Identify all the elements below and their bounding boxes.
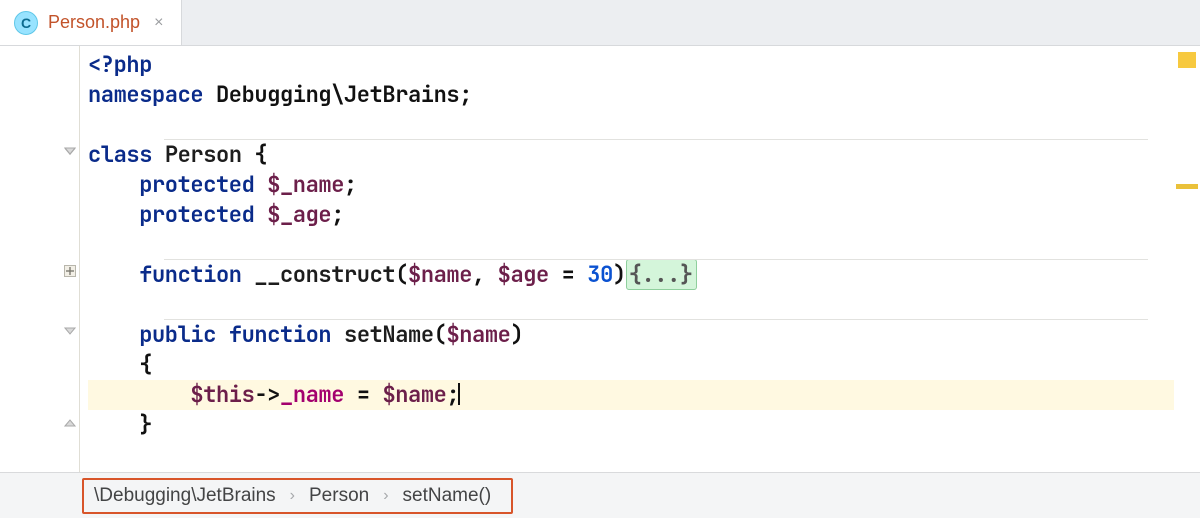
code-line: protected $_name; (88, 170, 1174, 200)
chevron-right-icon: › (383, 487, 388, 505)
code-line: <?php (88, 50, 1174, 80)
code-line: public function setName($name) (88, 320, 1174, 350)
breadcrumbs-bar: \Debugging\JetBrains › Person › setName(… (0, 472, 1200, 518)
code-line: function __construct($name, $age = 30){.… (88, 260, 1174, 290)
caret (458, 383, 460, 405)
tab-filename: Person.php (48, 12, 140, 33)
code-line: } (88, 410, 1174, 440)
warning-marker[interactable] (1176, 184, 1198, 189)
code-line: protected $_age; (88, 200, 1174, 230)
chevron-right-icon: › (290, 487, 295, 505)
code-area[interactable]: <?php namespace Debugging\JetBrains; cla… (80, 46, 1174, 472)
folded-region[interactable]: {...} (626, 259, 697, 290)
code-line (88, 110, 1174, 140)
ide-window: C Person.php × <?php nam (0, 0, 1200, 518)
fold-icon-method-open[interactable] (62, 323, 78, 339)
code-line: { (88, 350, 1174, 380)
breadcrumb-class[interactable]: Person (309, 485, 369, 507)
file-type-icon: C (14, 11, 38, 35)
tabbar: C Person.php × (0, 0, 1200, 46)
analysis-status-icon[interactable] (1178, 52, 1196, 68)
breadcrumbs: \Debugging\JetBrains › Person › setName(… (82, 478, 513, 514)
code-line: class Person { (88, 140, 1174, 170)
fold-icon-ctor-expand[interactable] (62, 263, 78, 279)
tab-close-icon[interactable]: × (150, 14, 163, 32)
fold-icon-method-close[interactable] (62, 415, 78, 431)
editor[interactable]: <?php namespace Debugging\JetBrains; cla… (0, 46, 1200, 472)
marker-strip (1174, 46, 1200, 472)
tab-person-php[interactable]: C Person.php × (0, 0, 182, 45)
code-line (88, 230, 1174, 260)
breadcrumb-method[interactable]: setName() (403, 485, 492, 507)
fold-icon-class-open[interactable] (62, 143, 78, 159)
gutter (0, 46, 80, 472)
code-line: namespace Debugging\JetBrains; (88, 80, 1174, 110)
breadcrumb-namespace[interactable]: \Debugging\JetBrains (94, 485, 276, 507)
code-line-active: $this->_name = $name; (88, 380, 1174, 410)
code-line (88, 290, 1174, 320)
